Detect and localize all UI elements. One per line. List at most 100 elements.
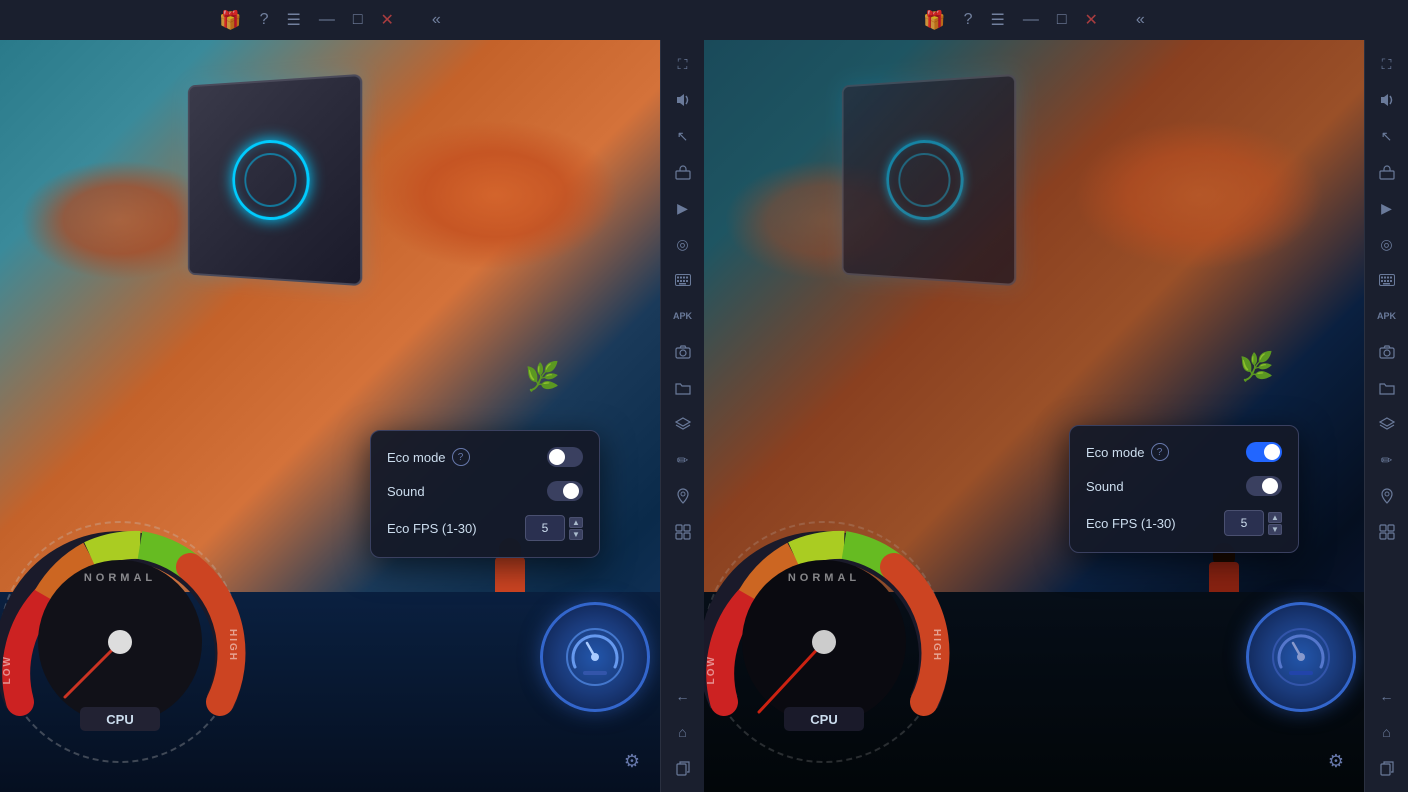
left-game-background: 🌿 Eco mode <box>0 40 660 792</box>
sidebar-stack-right[interactable] <box>1371 516 1403 548</box>
low-label-right: LOW <box>706 655 717 684</box>
sound-knob-right <box>1262 478 1278 494</box>
leaf-decoration-right: 🌿 <box>1239 350 1274 383</box>
rock-shape-right <box>842 74 1016 286</box>
sidebar-brush-left[interactable]: ✏ <box>667 444 699 476</box>
sidebar-target-right[interactable]: ◎ <box>1371 228 1403 260</box>
speedometer-icon-right <box>1271 627 1331 687</box>
eco-mode-row-left: Eco mode ? <box>387 447 583 467</box>
close-icon-right[interactable]: ✕ <box>1085 10 1098 30</box>
speedometer-button-left[interactable] <box>540 602 650 712</box>
sidebar-layers-right[interactable] <box>1371 408 1403 440</box>
leaf-decoration-left: 🌿 <box>525 360 560 393</box>
right-panel-wrapper: 🌿 Eco mode <box>704 40 1408 792</box>
sidebar-cursor-left[interactable]: ↖ <box>667 120 699 152</box>
menu-icon-right[interactable]: ☰ <box>991 10 1005 30</box>
sidebar-camera-right[interactable] <box>1371 336 1403 368</box>
eco-popup-right: Eco mode ? Sound Eco FP <box>1069 425 1299 553</box>
right-game-panel: 🌿 Eco mode <box>704 40 1364 792</box>
back-icon-left[interactable]: « <box>432 11 441 29</box>
fps-input-left[interactable] <box>525 515 565 541</box>
sidebar-keyboard-right[interactable] <box>1371 264 1403 296</box>
floating-rock-right <box>834 80 1034 300</box>
minimize-icon-left[interactable]: — <box>319 11 335 29</box>
sidebar-volume-left[interactable] <box>667 84 699 116</box>
sidebar-back-left[interactable]: ← <box>667 680 699 712</box>
sidebar-apk-left[interactable]: APK <box>667 300 699 332</box>
maximize-icon-left[interactable]: □ <box>353 11 363 29</box>
help-icon-left[interactable]: ? <box>260 11 269 29</box>
right-game-background: 🌿 Eco mode <box>704 40 1364 792</box>
main-area: 🌿 Eco mode <box>0 40 1408 792</box>
sidebar-location-left[interactable] <box>667 480 699 512</box>
fps-label-left: Eco FPS (1-30) <box>387 521 477 536</box>
sidebar-back-right[interactable]: ← <box>1371 680 1403 712</box>
eco-mode-knob-left <box>549 449 565 465</box>
normal-label-right: NORMAL <box>788 572 860 584</box>
sound-toggle-right[interactable] <box>1246 476 1282 496</box>
orange-cloud-right-1 <box>1074 120 1324 270</box>
sidebar-keyboard-left[interactable] <box>667 264 699 296</box>
title-bar-right: 🎁 ? ☰ — □ ✕ « <box>660 0 1408 40</box>
eco-info-icon-right[interactable]: ? <box>1151 443 1169 461</box>
gift-icon-left[interactable]: 🎁 <box>219 10 241 31</box>
minimize-icon-right[interactable]: — <box>1023 11 1039 29</box>
normal-label-left: NORMAL <box>84 572 156 584</box>
fps-up-left[interactable]: ▲ <box>569 517 583 528</box>
menu-icon-left[interactable]: ☰ <box>287 10 301 30</box>
eco-mode-toggle-right[interactable] <box>1246 442 1282 462</box>
floating-rock-left <box>180 80 380 300</box>
sound-knob-left <box>563 483 579 499</box>
sidebar-brush-right[interactable]: ✏ <box>1371 444 1403 476</box>
fps-input-right[interactable] <box>1224 510 1264 536</box>
sidebar-home-right[interactable]: ⌂ <box>1371 716 1403 748</box>
sidebar-fullscreen-right[interactable]: ⛶ <box>1371 48 1403 80</box>
sidebar-location-right[interactable] <box>1371 480 1403 512</box>
sound-row-left: Sound <box>387 481 583 501</box>
sidebar-stack-left[interactable] <box>667 516 699 548</box>
sidebar-copy-left[interactable] <box>667 752 699 784</box>
sidebar-toolbox-right[interactable] <box>1371 156 1403 188</box>
sidebar-cursor-right[interactable]: ↖ <box>1371 120 1403 152</box>
gear-icon-left[interactable]: ⚙ <box>624 751 640 772</box>
gift-icon-right[interactable]: 🎁 <box>923 10 945 31</box>
fps-arrows-right: ▲ ▼ <box>1268 512 1282 535</box>
sidebar-volume-right[interactable] <box>1371 84 1403 116</box>
right-sidebar: ⛶ ↖ ▶ ◎ <box>1364 40 1408 792</box>
back-icon-right[interactable]: « <box>1136 11 1145 29</box>
title-bar: 🎁 ? ☰ — □ ✕ « 🎁 ? ☰ — □ ✕ « <box>0 0 1408 40</box>
sidebar-play-right[interactable]: ▶ <box>1371 192 1403 224</box>
sidebar-camera-left[interactable] <box>667 336 699 368</box>
sidebar-apk-right[interactable]: APK <box>1371 300 1403 332</box>
sidebar-copy-right[interactable] <box>1371 752 1403 784</box>
sidebar-home-left[interactable]: ⌂ <box>667 716 699 748</box>
sidebar-play-left[interactable]: ▶ <box>667 192 699 224</box>
sound-label-right: Sound <box>1086 479 1124 494</box>
sound-toggle-left[interactable] <box>547 481 583 501</box>
close-icon-left[interactable]: ✕ <box>381 10 394 30</box>
sidebar-layers-left[interactable] <box>667 408 699 440</box>
fps-up-right[interactable]: ▲ <box>1268 512 1282 523</box>
sidebar-toolbox-left[interactable] <box>667 156 699 188</box>
gauge-svg-right: CPU <box>704 512 954 772</box>
title-bar-left: 🎁 ? ☰ — □ ✕ « <box>0 0 660 40</box>
fps-input-wrap-left: ▲ ▼ <box>525 515 583 541</box>
eco-mode-toggle-left[interactable] <box>547 447 583 467</box>
fps-down-left[interactable]: ▼ <box>569 529 583 540</box>
eco-mode-row-right: Eco mode ? <box>1086 442 1282 462</box>
cpu-gauge-left: NORMAL LOW HIGH <box>0 512 250 772</box>
sidebar-folder-right[interactable] <box>1371 372 1403 404</box>
maximize-icon-right[interactable]: □ <box>1057 11 1067 29</box>
left-game-panel: 🌿 Eco mode <box>0 40 660 792</box>
fps-input-wrap-right: ▲ ▼ <box>1224 510 1282 536</box>
svg-text:CPU: CPU <box>810 712 837 727</box>
sidebar-target-left[interactable]: ◎ <box>667 228 699 260</box>
eco-info-icon-left[interactable]: ? <box>452 448 470 466</box>
gear-icon-right[interactable]: ⚙ <box>1328 751 1344 772</box>
sidebar-fullscreen-left[interactable]: ⛶ <box>667 48 699 80</box>
left-sidebar: ⛶ ↖ ▶ ◎ <box>660 40 704 792</box>
sidebar-folder-left[interactable] <box>667 372 699 404</box>
speedometer-button-right[interactable] <box>1246 602 1356 712</box>
help-icon-right[interactable]: ? <box>964 11 973 29</box>
fps-down-right[interactable]: ▼ <box>1268 524 1282 535</box>
